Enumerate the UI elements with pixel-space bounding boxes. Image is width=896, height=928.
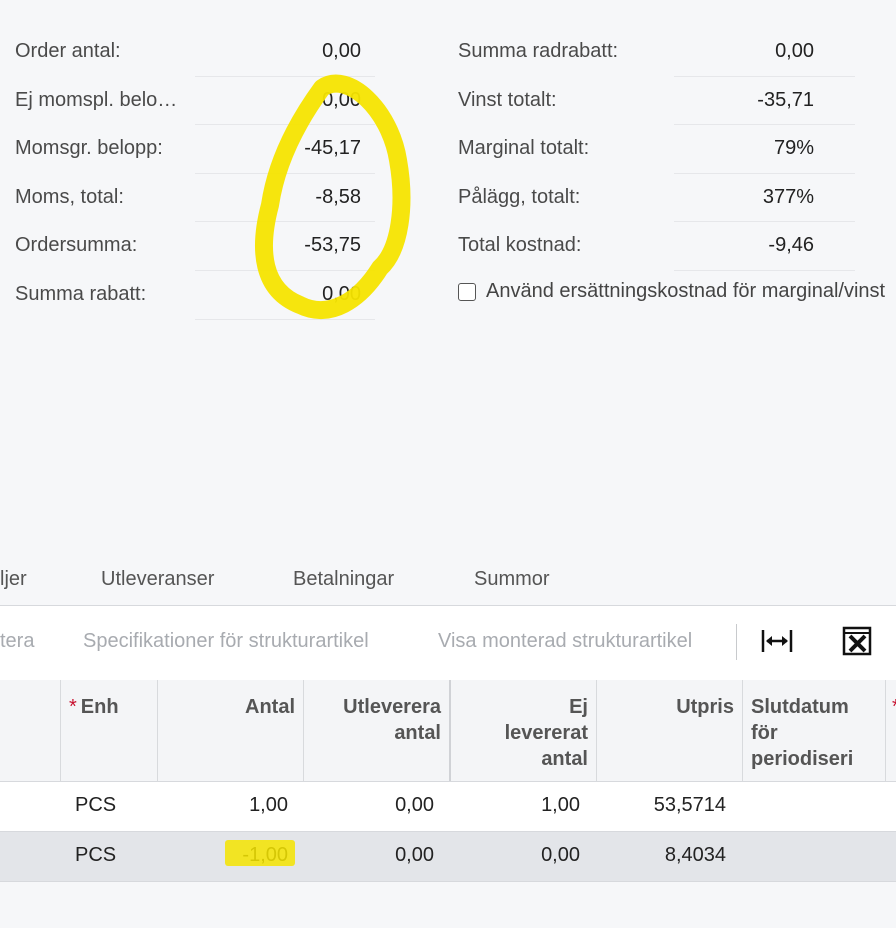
summary-value: -8,58	[315, 185, 361, 208]
summary-label: Total kostnad:	[458, 234, 582, 257]
cell-price[interactable]: 53,5714	[654, 794, 726, 817]
order-lines-grid: * Enh Antal Utleverera antal Ej levererat…	[0, 680, 896, 882]
fit-columns-icon[interactable]	[760, 624, 794, 658]
header-label: Slutdatum för periodiseri	[751, 696, 854, 770]
cell-not-delivered[interactable]: 1,00	[541, 794, 580, 817]
col-header-slutdatum[interactable]: Slutdatum för periodiseri	[742, 680, 885, 781]
show-assembled-structure-button[interactable]: Visa monterad strukturartikel	[438, 630, 692, 653]
cell-qty[interactable]: -1,00	[242, 844, 288, 867]
tab-summor[interactable]: Summor	[474, 568, 550, 591]
col-header-utlevererat[interactable]: Utleverera antal	[303, 680, 449, 781]
cell-unit[interactable]: PCS	[75, 844, 116, 867]
summary-row-marginal-totalt: Marginal totalt: 79%	[458, 125, 858, 174]
summary-value: 377%	[762, 185, 814, 208]
summary-row-order-antal: Order antal: 0,00	[15, 28, 375, 77]
summary-value: 0,00	[322, 88, 361, 111]
tab-betalningar[interactable]: Betalningar	[293, 568, 394, 591]
summary-row-ej-momspl: Ej momspl. belo… 0,00	[15, 77, 375, 126]
summary-value: 0,00	[322, 282, 361, 305]
cell-delivered[interactable]: 0,00	[395, 844, 434, 867]
replacement-cost-checkbox[interactable]	[458, 282, 476, 301]
cell-delivered[interactable]: 0,00	[395, 794, 434, 817]
summary-label: Ej momspl. belo…	[15, 88, 178, 111]
tab-utleveranser[interactable]: Utleveranser	[101, 568, 214, 591]
structure-spec-button[interactable]: Specifikationer för strukturartikel	[83, 630, 369, 653]
table-row[interactable]: PCS 1,00 0,00 1,00 53,5714	[0, 782, 896, 832]
col-header-antal[interactable]: Antal	[157, 680, 303, 781]
summary-value: 0,00	[322, 40, 361, 62]
summary-label: Order antal:	[15, 40, 121, 62]
summary-row-momsgr: Momsgr. belopp: -45,17	[15, 125, 375, 174]
col-header-next[interactable]: *	[885, 680, 896, 781]
summary-label: Summa rabatt:	[15, 282, 147, 305]
order-tabs: ljer Utleveranser Betalningar Summor	[0, 568, 896, 606]
required-marker: *	[892, 696, 896, 718]
toolbar-separator	[736, 624, 737, 660]
replacement-cost-label: Använd ersättningskostnad för marginal/v…	[486, 280, 886, 302]
summary-label: Summa radrabatt:	[458, 40, 619, 62]
table-row-selected[interactable]: PCS -1,00 0,00 0,00 8,4034	[0, 832, 896, 882]
cell-not-delivered[interactable]: 0,00	[541, 844, 580, 867]
toolbar-button-truncated[interactable]: tera	[0, 630, 34, 653]
summary-label: Momsgr. belopp:	[15, 137, 163, 160]
summary-label: Ordersumma:	[15, 234, 138, 257]
summary-label: Pålägg, totalt:	[458, 185, 581, 208]
order-totals-left: Order antal: 0,00 Ej momspl. belo… 0,00 …	[15, 28, 375, 320]
cell-qty[interactable]: 1,00	[249, 794, 288, 817]
grid-header: * Enh Antal Utleverera antal Ej levererat…	[0, 680, 896, 782]
header-label: Enh	[80, 696, 119, 718]
summary-label: Vinst totalt:	[458, 88, 557, 111]
order-totals-right: Summa radrabatt: 0,00 Vinst totalt: -35,…	[458, 28, 858, 271]
summary-row-summa-rabatt: Summa rabatt: 0,00	[15, 271, 375, 320]
replacement-cost-option[interactable]: Använd ersättningskostnad för marginal/v…	[458, 280, 885, 303]
required-marker: *	[69, 696, 77, 718]
divider	[674, 269, 855, 271]
summary-label: Moms, total:	[15, 185, 124, 208]
grid-toolbar: tera Specifikationer för strukturartikel…	[0, 606, 896, 681]
col-header-ej-levererat[interactable]: Ej levererat antal	[449, 680, 596, 781]
header-label: Utleverera antal	[343, 696, 441, 744]
summary-value: -35,71	[757, 88, 814, 111]
col-header-utpris[interactable]: Utpris	[596, 680, 742, 781]
summary-value: 0,00	[775, 40, 814, 62]
header-label: Antal	[245, 696, 295, 718]
summary-row-total-kostnad: Total kostnad: -9,46	[458, 222, 858, 271]
summary-value: -45,17	[304, 137, 361, 160]
divider	[195, 318, 375, 320]
summary-value: -9,46	[768, 234, 814, 257]
summary-value: 79%	[773, 137, 814, 160]
summary-value: -53,75	[304, 234, 361, 257]
excel-export-icon[interactable]	[840, 624, 874, 658]
summary-row-moms-total: Moms, total: -8,58	[15, 174, 375, 223]
tab-detaljer[interactable]: ljer	[0, 568, 27, 591]
cell-unit[interactable]: PCS	[75, 794, 116, 817]
summary-row-summa-radrabatt: Summa radrabatt: 0,00	[458, 28, 858, 77]
col-header-enh[interactable]: * Enh	[60, 680, 157, 781]
summary-label: Marginal totalt:	[458, 137, 590, 160]
summary-row-vinst-totalt: Vinst totalt: -35,71	[458, 77, 858, 126]
summary-row-palagg-totalt: Pålägg, totalt: 377%	[458, 174, 858, 223]
cell-price[interactable]: 8,4034	[665, 844, 726, 867]
header-label: Utpris	[676, 696, 734, 718]
header-label: Ej levererat antal	[504, 696, 588, 770]
summary-row-ordersumma: Ordersumma: -53,75	[15, 222, 375, 271]
